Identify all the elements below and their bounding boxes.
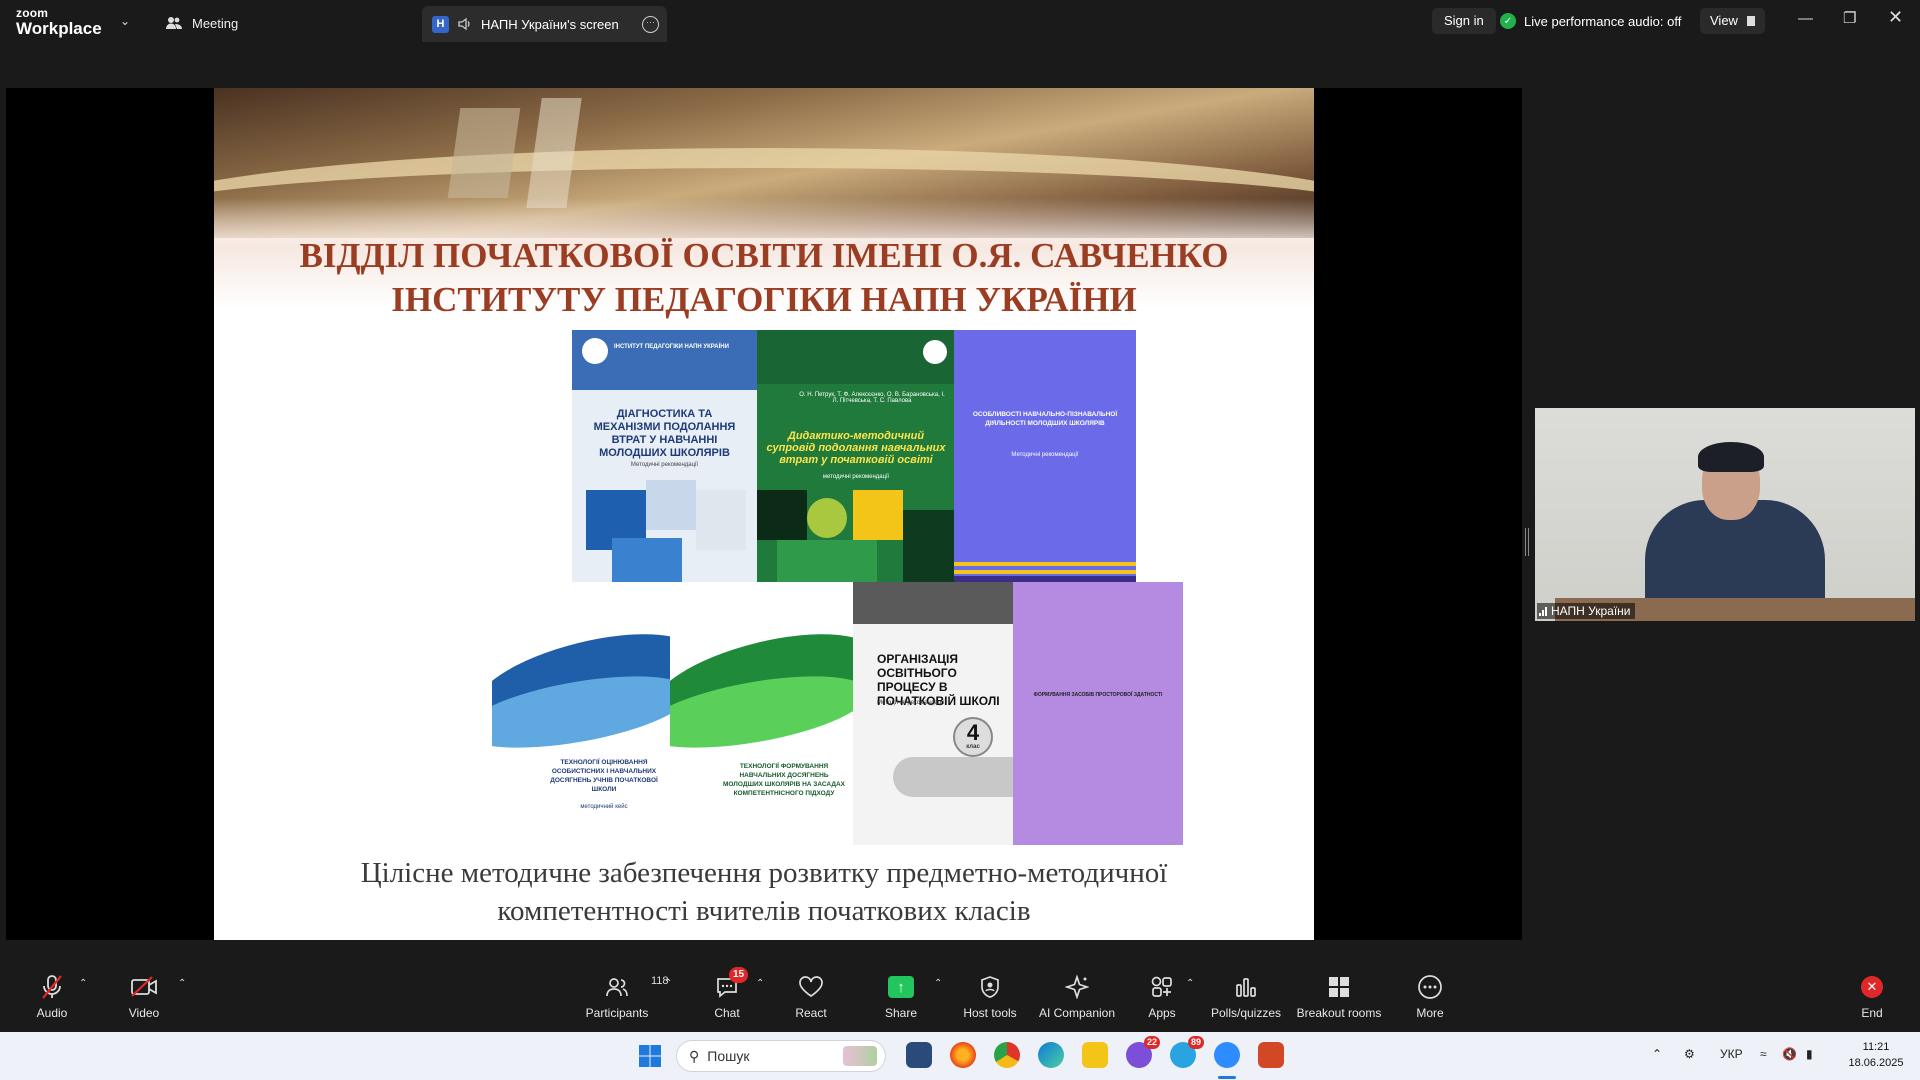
breakout-rooms-button[interactable]: Breakout rooms <box>1291 972 1387 1030</box>
microsoft-store-icon[interactable] <box>906 1042 932 1068</box>
slide-caption-line2: компетентності вчителів початкових класі… <box>497 895 1031 927</box>
viber-icon[interactable]: 22 <box>1126 1036 1160 1068</box>
shared-screen-area: ВІДДІЛ ПОЧАТКОВОЇ ОСВІТИ ІМЕНІ О.Я. САВЧ… <box>6 88 1522 940</box>
book-cover: О. Н. Петрук, Т. Ф. Алексєєнко, О. В. Ба… <box>757 330 954 582</box>
meeting-controls: Audio ⌃ Video ⌃ 118 Participants ⌃ 15 Ch… <box>0 967 1920 1030</box>
end-meeting-button[interactable]: ✕ End <box>1824 972 1920 1030</box>
search-highlight-icon <box>843 1046 877 1066</box>
book-cover: ТЕХНОЛОГІЇ ФОРМУВАННЯ НАВЧАЛЬНИХ ДОСЯГНЕ… <box>670 582 853 845</box>
chrome-icon[interactable] <box>994 1042 1020 1068</box>
tab-shared-screen[interactable]: H НАПН України's screen ··· <box>422 6 667 42</box>
grid-icon <box>1329 977 1349 997</box>
share-screen-icon: ↑ <box>888 976 914 998</box>
view-layout-icon <box>1746 16 1755 26</box>
viber-badge: 22 <box>1143 1036 1160 1049</box>
live-audio-label: Live performance audio: off <box>1524 13 1682 29</box>
file-explorer-icon[interactable] <box>1082 1042 1108 1068</box>
wifi-icon[interactable]: ≈ <box>1760 1047 1767 1061</box>
share-owner-badge: H <box>432 15 449 33</box>
taskbar-search-input[interactable]: ⚲ Пошук <box>676 1040 886 1072</box>
show-hidden-icons-chevron[interactable]: ⌃ <box>1652 1047 1662 1061</box>
language-indicator[interactable]: УКР <box>1720 1047 1743 1061</box>
shield-check-icon: ✓ <box>1500 13 1516 29</box>
audio-options-caret[interactable]: ⌃ <box>79 978 87 989</box>
ai-companion-button[interactable]: AI Companion <box>1029 972 1125 1030</box>
more-button[interactable]: More <box>1382 972 1478 1030</box>
end-call-icon: ✕ <box>1861 976 1883 998</box>
heart-icon <box>799 976 823 998</box>
slide-title-line1: ВІДДІЛ ПОЧАТКОВОЇ ОСВІТИ ІМЕНІ О.Я. САВЧ… <box>299 236 1229 275</box>
signal-strength-icon <box>1539 606 1547 616</box>
windows-start-icon[interactable] <box>638 1044 662 1073</box>
more-options-icon[interactable]: ··· <box>642 16 659 33</box>
clock-date: 18.06.2025 <box>1848 1057 1904 1069</box>
view-label: View <box>1710 13 1738 28</box>
participant-video-tile[interactable]: НАПН України <box>1535 408 1915 621</box>
apps-options-caret[interactable]: ⌃ <box>1186 978 1194 989</box>
book-cover: ТЕХНОЛОГІЇ ОЦІНЮВАННЯ ОСОБИСТІСНИХ І НАВ… <box>492 582 670 845</box>
search-placeholder: Пошук <box>707 1048 750 1064</box>
view-button[interactable]: View <box>1700 8 1765 34</box>
clock-time: 11:21 <box>1862 1041 1890 1053</box>
react-button[interactable]: React <box>763 972 859 1030</box>
chevron-down-icon[interactable]: ⌄ <box>120 14 130 28</box>
participants-button[interactable]: 118 Participants <box>569 972 669 1030</box>
apps-icon <box>1151 976 1172 997</box>
participants-icon <box>166 17 182 29</box>
apps-button[interactable]: Apps <box>1114 972 1210 1030</box>
zoom-app-icon[interactable] <box>1214 1042 1240 1068</box>
book-cover: ФОРМУВАННЯ ЗАСОБІВ ПРОСТОРОВОЇ ЗДАТНОСТІ <box>1013 582 1183 845</box>
host-tools-button[interactable]: Host tools <box>942 972 1038 1030</box>
powerpoint-icon[interactable] <box>1258 1042 1284 1068</box>
book-cover: ОРГАНІЗАЦІЯ ОСВІТНЬОГО ПРОЦЕСУ В ПОЧАТКО… <box>853 582 1013 845</box>
title-bar: zoom Workplace ⌄ Meeting H НАПН України'… <box>0 0 1920 44</box>
volume-muted-icon[interactable]: 🔇 <box>1782 1047 1797 1061</box>
slide-title: ВІДДІЛ ПОЧАТКОВОЇ ОСВІТИ ІМЕНІ О.Я. САВЧ… <box>214 234 1314 322</box>
firefox-icon[interactable] <box>950 1042 976 1068</box>
edge-icon[interactable] <box>1038 1042 1064 1068</box>
panel-resize-handle[interactable] <box>1525 528 1529 556</box>
sparkle-icon <box>1065 975 1089 999</box>
participants-icon <box>606 978 628 997</box>
slide-caption: Цілісне методичне забезпечення розвитку … <box>214 854 1314 930</box>
input-switch-icon[interactable]: ⚙ <box>1684 1047 1695 1061</box>
microphone-muted-icon <box>42 975 62 999</box>
ellipsis-icon <box>1418 975 1442 999</box>
zoom-workplace-logo[interactable]: zoom Workplace <box>16 7 102 37</box>
minimize-icon[interactable]: — <box>1798 10 1813 27</box>
presentation-slide: ВІДДІЛ ПОЧАТКОВОЇ ОСВІТИ ІМЕНІ О.Я. САВЧ… <box>214 88 1314 940</box>
tab-meeting[interactable]: Meeting <box>166 10 238 36</box>
close-icon[interactable]: ✕ <box>1888 7 1903 28</box>
participant-name: НАПН України <box>1551 604 1631 618</box>
telegram-badge: 89 <box>1187 1036 1204 1049</box>
book-cover: ІНСТИТУТ ПЕДАГОГІКИ НАПН УКРАЇНИ ДІАГНОС… <box>572 330 757 582</box>
video-options-caret[interactable]: ⌃ <box>178 978 186 989</box>
participants-options-caret[interactable]: ⌃ <box>664 978 672 989</box>
bar-chart-icon <box>1236 978 1256 997</box>
tab-shared-screen-label: НАПН України's screen <box>481 16 619 32</box>
sign-in-button[interactable]: Sign in <box>1432 8 1496 34</box>
windows-taskbar: ⚲ Пошук 22 89 ⌃ ⚙ УКР ≈ 🔇 ▮ 11:21 18.06.… <box>0 1032 1920 1080</box>
restore-icon[interactable]: ❐ <box>1843 9 1856 27</box>
polls-quizzes-button[interactable]: Polls/quizzes <box>1198 972 1294 1030</box>
system-clock[interactable]: 11:21 18.06.2025 <box>1836 1039 1916 1071</box>
search-icon: ⚲ <box>689 1047 700 1064</box>
shield-icon <box>981 976 999 998</box>
telegram-icon[interactable]: 89 <box>1170 1036 1204 1068</box>
live-performance-audio-status[interactable]: ✓ Live performance audio: off <box>1500 8 1681 34</box>
chat-unread-badge: 15 <box>729 967 749 983</box>
participant-name-label: НАПН України <box>1537 603 1635 619</box>
battery-icon[interactable]: ▮ <box>1806 1047 1813 1061</box>
speaker-icon <box>458 17 470 31</box>
zoom-app-active-indicator <box>1218 1076 1236 1079</box>
camera-off-icon <box>131 976 157 997</box>
book-cover: ОСОБЛИВОСТІ НАВЧАЛЬНО-ПІЗНАВАЛЬНОЇ ДІЯЛЬ… <box>954 330 1136 582</box>
slide-title-line2: ІНСТИТУТУ ПЕДАГОГІКИ НАПН УКРАЇНИ <box>391 280 1137 319</box>
slide-caption-line1: Цілісне методичне забезпечення розвитку … <box>360 857 1168 889</box>
tab-meeting-label: Meeting <box>192 15 239 31</box>
